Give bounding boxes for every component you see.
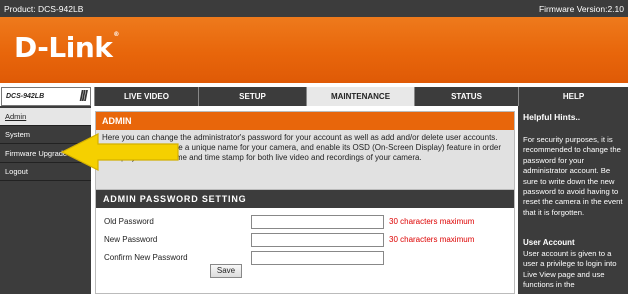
old-password-input[interactable] bbox=[251, 215, 384, 229]
admin-panel-description: Here you can change the administrator's … bbox=[102, 133, 502, 162]
admin-password-panel: ADMIN PASSWORD SETTING Old Password 30 c… bbox=[95, 189, 515, 294]
help-subtitle: User Account bbox=[523, 238, 575, 247]
admin-info-panel: ADMIN Here you can change the administra… bbox=[95, 111, 515, 191]
header-banner: D-Link® bbox=[0, 17, 628, 83]
new-password-input[interactable] bbox=[251, 233, 384, 247]
tab-setup[interactable]: SETUP bbox=[198, 87, 306, 106]
old-password-row: Old Password 30 characters maximum bbox=[104, 215, 504, 229]
tab-help[interactable]: HELP bbox=[518, 87, 628, 106]
help-body: For security purposes, it is recommended… bbox=[523, 135, 623, 217]
confirm-password-label: Confirm New Password bbox=[104, 253, 188, 262]
tab-live-video[interactable]: LIVE VIDEO bbox=[94, 87, 198, 106]
main-content: ADMIN Here you can change the administra… bbox=[95, 106, 515, 294]
main-nav: DCS-942LB /// LIVE VIDEO SETUP MAINTENAN… bbox=[0, 87, 628, 106]
sidebar-item-firmware-upgrade[interactable]: Firmware Upgrade bbox=[0, 145, 91, 163]
sidebar-item-system[interactable]: System bbox=[0, 126, 91, 144]
password-panel-title: ADMIN PASSWORD SETTING bbox=[96, 190, 514, 208]
help-subbody: User account is given to a user a privil… bbox=[523, 249, 617, 290]
sidebar-item-admin[interactable]: Admin bbox=[0, 108, 91, 126]
model-badge: DCS-942LB /// bbox=[1, 87, 91, 106]
new-password-hint: 30 characters maximum bbox=[389, 235, 475, 244]
confirm-password-row: Confirm New Password bbox=[104, 251, 504, 265]
top-bar: Product: DCS-942LB Firmware Version:2.10 bbox=[0, 0, 628, 17]
new-password-row: New Password 30 characters maximum bbox=[104, 233, 504, 247]
help-panel: Helpful Hints.. For security purposes, i… bbox=[518, 106, 628, 294]
confirm-password-input[interactable] bbox=[251, 251, 384, 265]
tab-maintenance[interactable]: MAINTENANCE bbox=[306, 87, 414, 106]
product-label: Product: DCS-942LB bbox=[4, 4, 84, 14]
tab-status[interactable]: STATUS bbox=[414, 87, 518, 106]
old-password-hint: 30 characters maximum bbox=[389, 217, 475, 226]
dlink-logo: D-Link® bbox=[14, 31, 119, 64]
old-password-label: Old Password bbox=[104, 217, 154, 226]
new-password-label: New Password bbox=[104, 235, 158, 244]
help-title: Helpful Hints.. bbox=[523, 112, 581, 122]
slash-decoration-icon: /// bbox=[79, 88, 87, 105]
firmware-version-label: Firmware Version:2.10 bbox=[538, 4, 624, 14]
sidebar-item-logout[interactable]: Logout bbox=[0, 163, 91, 181]
sidebar: Admin System Firmware Upgrade Logout bbox=[0, 106, 91, 294]
save-button[interactable]: Save bbox=[210, 264, 242, 278]
admin-panel-title: ADMIN bbox=[96, 112, 514, 130]
